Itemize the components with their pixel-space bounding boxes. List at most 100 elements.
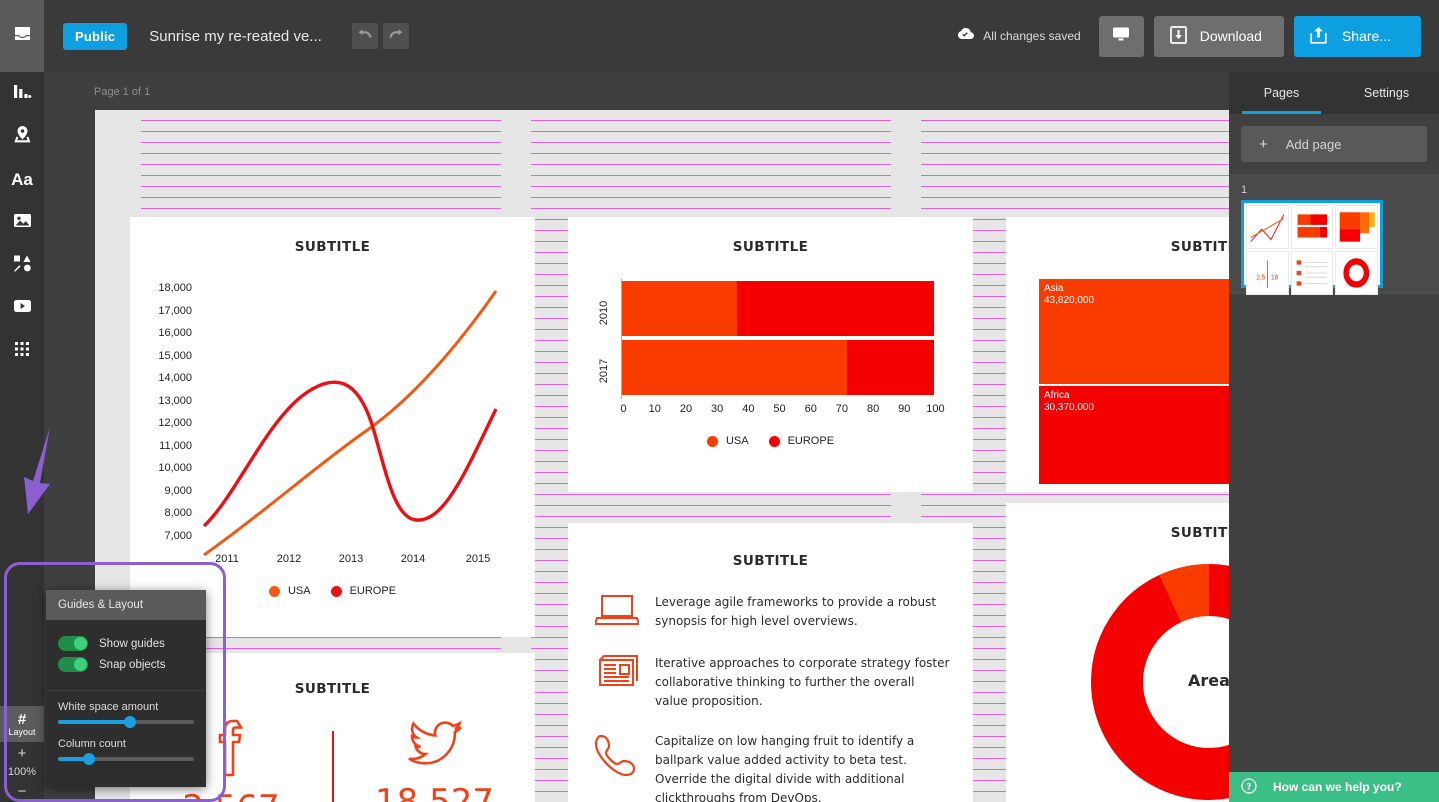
panel-icon-list[interactable]: SUBTITLE Leverage agile frameworks to pr… — [568, 523, 973, 802]
zoom-in-button[interactable]: + — [0, 742, 44, 764]
column-count-slider[interactable] — [58, 753, 194, 765]
y-tick: 12,000 — [158, 417, 192, 429]
panel-stacked-bar-chart[interactable]: SUBTITLE 2010 2017 0 10 20 30 40 50 60 7… — [568, 217, 973, 492]
treemap-cell-africa[interactable]: Africa 30,370,000 — [1039, 386, 1229, 484]
treemap-cell-label: Africa — [1044, 390, 1070, 401]
bar-chart-legend: USA EUROPE — [568, 435, 973, 447]
sidebar-item-video[interactable] — [0, 287, 44, 330]
legend-swatch-usa — [706, 435, 718, 447]
x-tick: 2014 — [400, 553, 426, 565]
x-tick: 50 — [773, 403, 786, 415]
x-tick: 0 — [620, 403, 627, 415]
bar-row-2017[interactable] — [622, 340, 934, 395]
x-tick: 10 — [648, 403, 661, 415]
white-space-slider[interactable] — [58, 716, 194, 728]
legend-label-europe: EUROPE — [349, 585, 397, 597]
add-page-button[interactable]: + Add page — [1241, 126, 1427, 162]
show-guides-row[interactable]: Show guides — [58, 636, 194, 651]
svg-text:?: ? — [1246, 782, 1251, 792]
guides-sliders-section: White space amount Column count — [46, 691, 206, 787]
y-tick: 14,000 — [158, 372, 192, 384]
svg-text:2,5: 2,5 — [1256, 274, 1265, 281]
sidebar-item-charts[interactable] — [0, 72, 44, 115]
icon-list-title: SUBTITLE — [732, 553, 809, 569]
visibility-badge[interactable]: Public — [63, 22, 128, 50]
sidebar-item-text[interactable]: Aa — [0, 158, 44, 201]
download-button[interactable]: Download — [1153, 15, 1284, 57]
legend-swatch-usa — [268, 585, 280, 597]
design-page[interactable]: SUBTITLE 18,000 17,000 16,000 15,000 14,… — [95, 110, 1229, 802]
y-tick: 9,000 — [164, 484, 192, 497]
show-guides-toggle[interactable] — [58, 636, 88, 651]
right-panel-tabs: Pages Settings — [1229, 72, 1439, 114]
x-tick: 100 — [926, 403, 945, 415]
present-button[interactable] — [1098, 15, 1144, 57]
left-rail: Aa # Layout + 100% − — [0, 72, 44, 802]
x-tick: 2011 — [215, 553, 239, 565]
layout-button[interactable]: # Layout — [0, 706, 44, 742]
monitor-icon — [1112, 26, 1130, 47]
icon-list-item-2[interactable]: Iterative approaches to corporate strate… — [595, 654, 955, 711]
page-thumbnail-number: 1 — [1241, 184, 1248, 196]
page-thumbnail[interactable]: 2,5 18 — [1241, 200, 1383, 295]
tab-pages[interactable]: Pages — [1229, 72, 1334, 114]
undo-button[interactable] — [351, 23, 378, 49]
zoom-out-button[interactable]: − — [0, 780, 44, 802]
x-tick: 2013 — [338, 553, 364, 565]
phone-icon — [594, 732, 639, 781]
x-tick: 70 — [835, 403, 849, 415]
share-button[interactable]: Share... — [1293, 15, 1421, 57]
plus-icon: + — [1259, 135, 1268, 153]
guides-toggles-section: Show guides Snap objects — [46, 620, 206, 691]
icon-list-item-1[interactable]: Leverage agile frameworks to provide a r… — [593, 593, 955, 632]
bar-segment-europe — [846, 340, 934, 395]
guides-layout-panel[interactable]: Guides & Layout Show guides Snap objects… — [46, 590, 206, 787]
panel-treemap-chart[interactable]: SUBTITLE Asia 43,820,000 Africa 30,370,0… — [1006, 217, 1229, 492]
save-status: All changes saved — [955, 27, 1081, 46]
bar-category-2010: 2010 — [598, 300, 610, 326]
document-title[interactable]: Sunrise my re-reated ve... — [149, 28, 322, 45]
redo-button[interactable] — [382, 23, 409, 49]
top-toolbar: Public Sunrise my re-reated ve... All ch… — [0, 0, 1439, 72]
page-indicator: Page 1 of 1 — [94, 86, 151, 98]
help-widget[interactable]: ? How can we help you? — [1229, 772, 1439, 802]
x-tick: 80 — [866, 403, 880, 415]
treemap-cell-label: Asia — [1044, 283, 1064, 294]
icon-list-item-3[interactable]: Capitalize on low hanging fruit to ident… — [594, 732, 955, 802]
icon-list-text: Iterative approaches to corporate strate… — [655, 656, 950, 708]
bar-row-2010[interactable] — [622, 281, 934, 336]
bar-segment-usa — [622, 281, 738, 336]
save-status-text: All changes saved — [983, 29, 1081, 43]
snap-objects-row[interactable]: Snap objects — [58, 657, 194, 672]
layout-button-label: Layout — [8, 726, 36, 737]
bar-category-2017: 2017 — [598, 358, 610, 384]
x-tick: 30 — [711, 403, 724, 415]
x-tick: 2015 — [465, 553, 491, 565]
canvas-area[interactable]: Page 1 of 1 SUBTITLE 18,000 17,000 16,00… — [44, 72, 1229, 802]
snap-objects-label: Snap objects — [99, 658, 166, 671]
undo-icon — [357, 27, 373, 45]
thumb-cell-social: 2,5 18 — [1246, 250, 1289, 295]
svg-text:18: 18 — [1271, 274, 1278, 281]
panel-line-chart[interactable]: SUBTITLE 18,000 17,000 16,000 15,000 14,… — [130, 217, 535, 637]
snap-objects-toggle[interactable] — [58, 657, 88, 672]
treemap-cell-asia[interactable]: Asia 43,820,000 — [1039, 279, 1229, 384]
icon-list-text: Leverage agile frameworks to provide a r… — [655, 595, 937, 628]
inbox-button[interactable] — [0, 0, 44, 72]
shapes-icon — [13, 254, 32, 277]
sidebar-item-shapes[interactable] — [0, 244, 44, 287]
bar-chart-title: SUBTITLE — [732, 239, 809, 255]
pages-tab-body: + Add page — [1229, 114, 1439, 174]
sidebar-item-maps[interactable] — [0, 115, 44, 158]
legend-swatch-europe — [330, 585, 342, 597]
line-chart-y-axis: 18,000 17,000 16,000 15,000 14,000 13,00… — [134, 277, 192, 547]
panel-donut-chart[interactable]: SUBTITLE Area 64 USA E — [1006, 503, 1229, 802]
twitter-count: 18,527 — [375, 782, 494, 802]
chart-icon — [13, 83, 32, 105]
sidebar-item-images[interactable] — [0, 201, 44, 244]
share-label: Share... — [1341, 28, 1391, 44]
thumb-cell-line-chart — [1246, 205, 1289, 249]
sidebar-item-apps[interactable] — [0, 330, 44, 373]
tab-settings[interactable]: Settings — [1334, 72, 1439, 114]
legend-label-usa: USA — [287, 585, 311, 597]
